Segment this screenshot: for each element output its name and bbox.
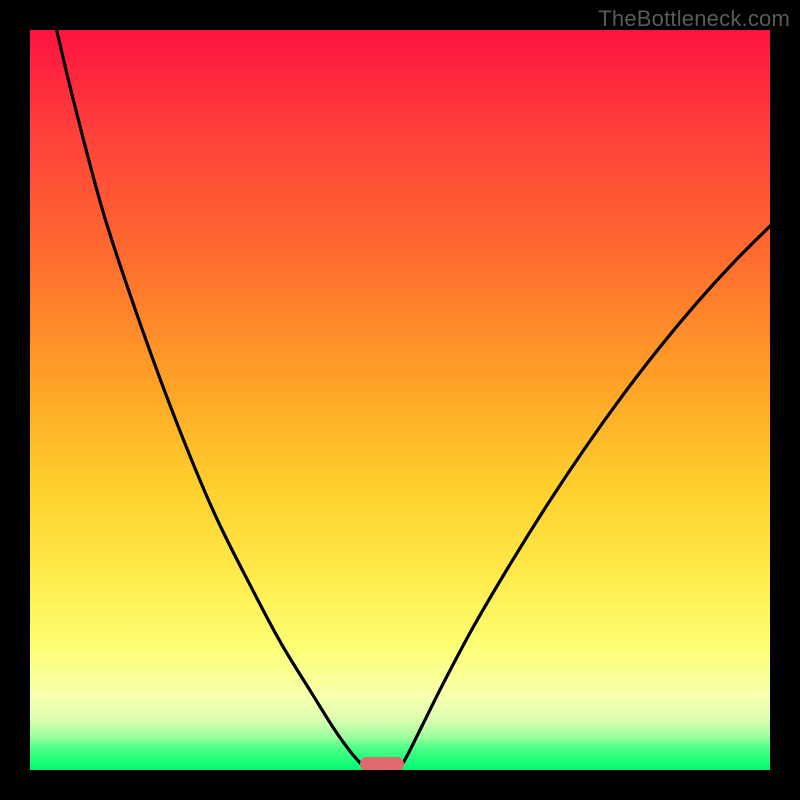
curves-svg xyxy=(30,30,770,770)
watermark-text: TheBottleneck.com xyxy=(598,6,790,32)
plot-area xyxy=(30,30,770,770)
bottleneck-marker xyxy=(360,757,404,770)
left-curve-path xyxy=(57,30,363,766)
chart-frame: TheBottleneck.com xyxy=(0,0,800,800)
right-curve-path xyxy=(401,226,770,765)
